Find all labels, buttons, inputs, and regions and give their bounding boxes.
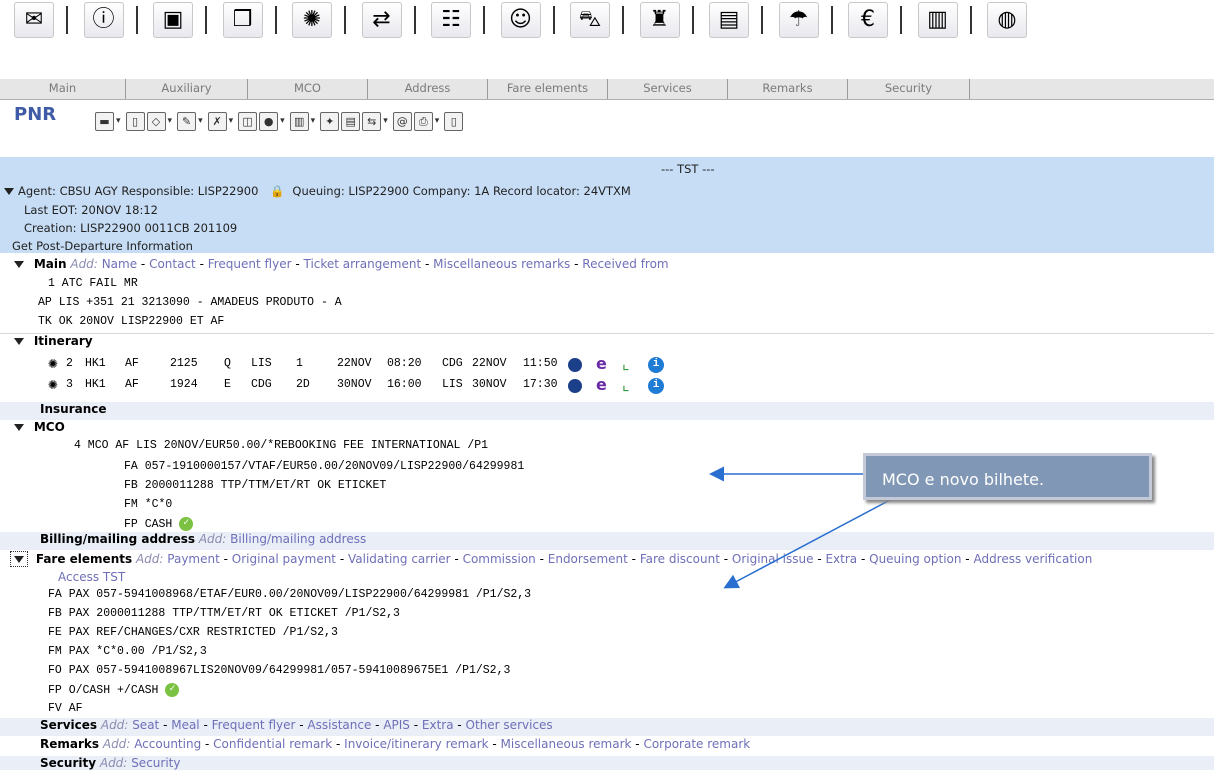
- annotation-arrows: [709, 466, 891, 589]
- annotation-callout: MCO e novo bilhete.: [863, 453, 1152, 500]
- arrow-to-fare: [723, 499, 891, 589]
